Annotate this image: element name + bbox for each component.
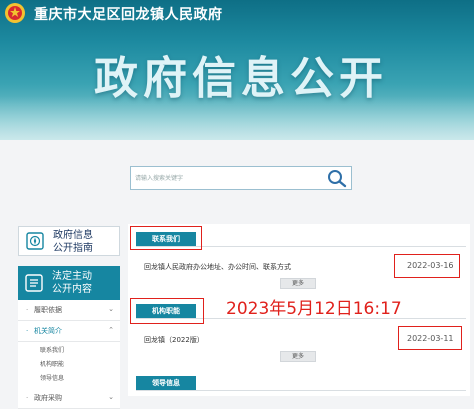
bullet-icon: · bbox=[26, 394, 29, 402]
sidebar-item-procurement[interactable]: · 政府采购 ⌄ bbox=[18, 388, 120, 409]
annotation-box-date-2 bbox=[398, 326, 462, 350]
sidebar-active-label: 法定主动 公开内容 bbox=[52, 270, 92, 296]
compass-icon bbox=[26, 232, 44, 250]
chevron-down-icon: ⌄ bbox=[108, 305, 114, 313]
chevron-down-icon: ⌄ bbox=[108, 393, 114, 401]
sidebar-submenu: 联系我们 机构职能 领导信息 bbox=[18, 342, 120, 388]
government-emblem-icon bbox=[5, 3, 25, 23]
search-input[interactable] bbox=[135, 171, 315, 185]
search-icon[interactable] bbox=[326, 168, 348, 188]
list-item-functions[interactable]: 回龙镇（2022版） bbox=[144, 335, 204, 345]
more-button[interactable]: 更多 bbox=[280, 278, 316, 289]
annotation-timestamp: 2023年5月12日16:17 bbox=[226, 299, 402, 319]
annotation-box-functions bbox=[130, 298, 204, 324]
page-header: 重庆市大足区回龙镇人民政府 政府信息公开 bbox=[0, 0, 474, 140]
sidebar-guide-label: 政府信息 公开指南 bbox=[53, 229, 93, 255]
section-header-leaders[interactable]: 领导信息 bbox=[136, 376, 196, 390]
page-banner-title: 政府信息公开 bbox=[94, 53, 388, 104]
sidebar-subitem-functions[interactable]: 机构职能 bbox=[18, 358, 120, 372]
sidebar-guide-line2: 公开指南 bbox=[53, 243, 93, 254]
bullet-icon: · bbox=[26, 327, 29, 335]
sidebar-item-active-disclosure[interactable]: 法定主动 公开内容 bbox=[18, 266, 120, 300]
chevron-up-icon: ⌃ bbox=[108, 326, 114, 334]
annotation-box-date-1 bbox=[394, 254, 460, 278]
sidebar-active-line2: 公开内容 bbox=[52, 284, 92, 295]
sidebar-guide-line1: 政府信息 bbox=[53, 230, 93, 241]
sidebar-menu: · 履职依据 ⌄ · 机关简介 ⌃ 联系我们 机构职能 领导信息 · 政府采购 … bbox=[18, 300, 120, 409]
sidebar-item-label: 机关简介 bbox=[34, 327, 62, 335]
list-icon bbox=[25, 274, 43, 292]
sidebar-item-guide[interactable]: 政府信息 公开指南 bbox=[18, 226, 120, 256]
sidebar-item-label: 履职依据 bbox=[34, 306, 62, 314]
sidebar-item-duty-basis[interactable]: · 履职依据 ⌄ bbox=[18, 300, 120, 321]
sidebar-item-label: 政府采购 bbox=[34, 394, 62, 402]
sidebar-active-line1: 法定主动 bbox=[52, 271, 92, 282]
bullet-icon: · bbox=[26, 306, 29, 314]
sidebar-subitem-leaders[interactable]: 领导信息 bbox=[18, 372, 120, 386]
site-title[interactable]: 重庆市大足区回龙镇人民政府 bbox=[34, 4, 223, 24]
annotation-box-contact bbox=[130, 226, 202, 250]
more-button[interactable]: 更多 bbox=[280, 351, 316, 362]
sidebar-subitem-contact[interactable]: 联系我们 bbox=[18, 344, 120, 358]
search-box bbox=[130, 166, 352, 190]
section-divider bbox=[136, 390, 466, 391]
sidebar-item-org-intro[interactable]: · 机关简介 ⌃ bbox=[18, 321, 120, 342]
list-item-contact[interactable]: 回龙镇人民政府办公地址、办公时间、联系方式 bbox=[144, 262, 291, 272]
